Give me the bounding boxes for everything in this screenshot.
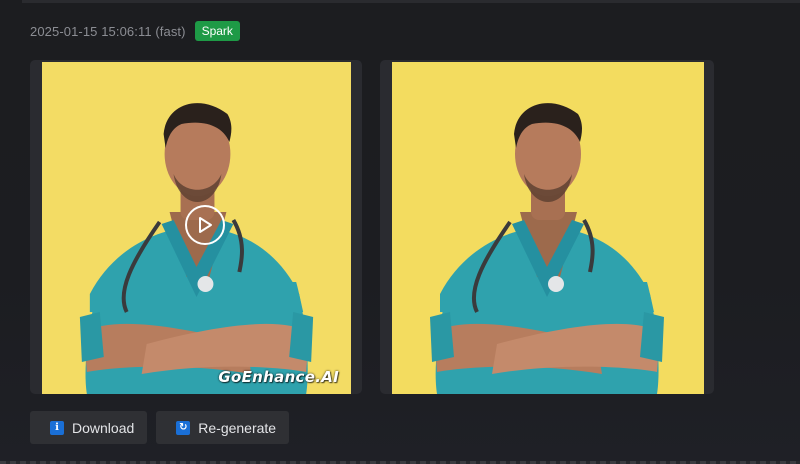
download-button[interactable]: ℹ Download [30,411,148,444]
play-button[interactable] [185,205,225,245]
source-image-card[interactable] [380,60,714,394]
video-thumbnail[interactable]: GoEnhance.AI [42,62,351,394]
regenerate-button[interactable]: ↻ Re-generate [156,411,290,444]
download-icon: ℹ [50,420,64,435]
video-preview-card[interactable]: GoEnhance.AI [30,60,362,394]
divider [22,0,800,3]
watermark: GoEnhance.AI [218,368,339,386]
download-label: Download [72,419,135,436]
source-image[interactable] [392,62,704,394]
model-badge: Spark [194,21,240,41]
refresh-icon: ↻ [176,420,191,435]
nurse-portrait-image [392,62,704,394]
result-meta: 2025-01-15 15:06:11 (fast) Spark [30,21,240,41]
timestamp: 2025-01-15 15:06:11 (fast) [30,23,186,39]
regenerate-label: Re-generate [198,419,277,436]
generation-result-panel: 2025-01-15 15:06:11 (fast) Spark GoEnhan… [0,0,800,464]
result-actions: ℹ Download ↻ Re-generate [30,411,290,444]
play-icon [197,216,213,234]
